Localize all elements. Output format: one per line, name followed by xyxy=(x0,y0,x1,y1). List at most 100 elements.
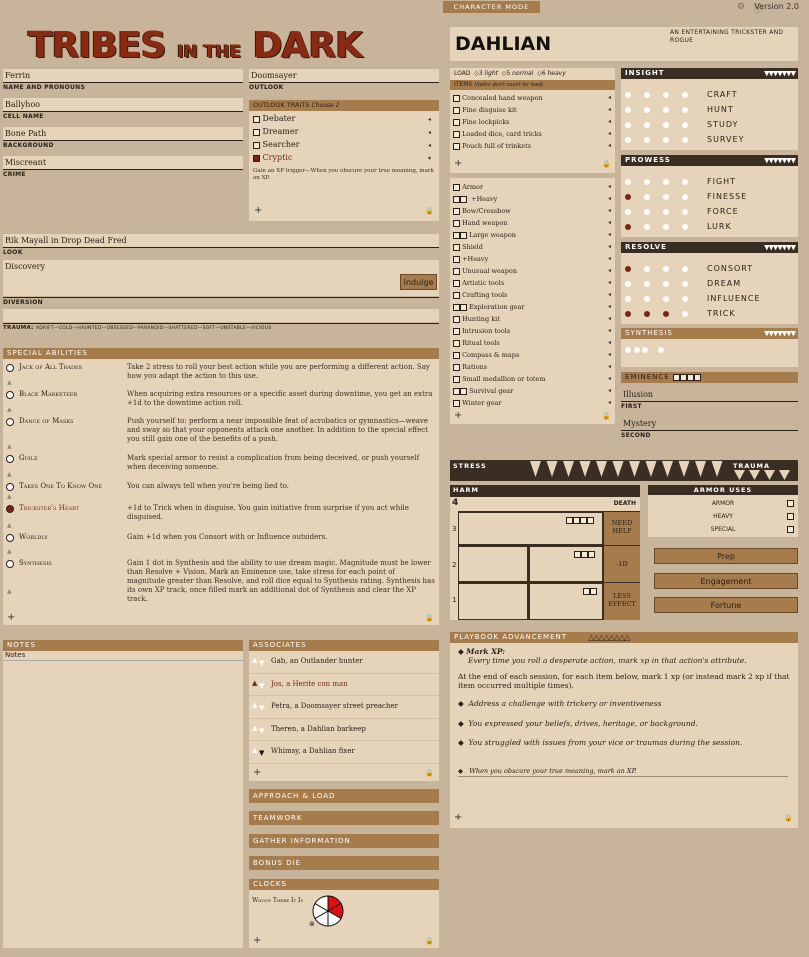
engagement-button[interactable]: Engagement xyxy=(654,573,798,589)
associate-down-icon[interactable]: ▼ xyxy=(259,682,264,690)
common-item-row[interactable]: Shield ◂ xyxy=(450,241,615,253)
stress-track[interactable]: STRESS TRAUMA xyxy=(450,460,798,481)
recovery-boxes[interactable] xyxy=(566,515,594,524)
associate-item[interactable]: ▲ ▼ Jos, a Herite con man xyxy=(249,674,439,696)
item-row[interactable]: Loaded dice, card tricks ◂ xyxy=(450,128,615,140)
special-ability[interactable]: Jack of All Trades ▲ Take 2 stress to roll… xyxy=(3,362,439,389)
trait-checkbox[interactable] xyxy=(253,128,260,136)
special-ability[interactable]: Trickster's Heart ▲ +1d to Trick when in d… xyxy=(3,503,439,532)
lock-icon[interactable]: 🔒 xyxy=(425,937,434,945)
add-ability-button[interactable]: + xyxy=(7,613,15,623)
common-item-row[interactable]: Hunting kit ◂ xyxy=(450,313,615,325)
common-item-row[interactable]: Survival gear ◂ xyxy=(450,385,615,397)
harm-level-4[interactable]: 4 DEATH xyxy=(450,497,640,511)
recovery-boxes[interactable] xyxy=(574,549,595,558)
common-item-row[interactable]: +Heavy ◂ xyxy=(450,253,615,265)
armor-use-item[interactable]: ARMOR xyxy=(648,497,798,510)
armor-use-item[interactable]: SPECIAL xyxy=(648,523,798,536)
look-input[interactable]: Rik Mayall in Drop Dead Fred xyxy=(3,234,439,247)
item-row[interactable]: Fine lockpicks ◂ xyxy=(450,116,615,128)
prep-button[interactable]: Prep xyxy=(654,548,798,564)
fortune-button[interactable]: Fortune xyxy=(654,597,798,613)
harm-level-2a[interactable] xyxy=(458,546,528,582)
synthesis-dots[interactable] xyxy=(621,339,798,360)
special-ability[interactable]: Worldly ▲ Gain +1d when you Consort with o… xyxy=(3,532,439,558)
clock-remove-icon[interactable]: ⊗ xyxy=(309,920,315,928)
special-ability[interactable]: Synthesis ▲ Gain 1 dot in Synthesis and th… xyxy=(3,558,439,603)
common-item-row[interactable]: Intrusion tools ◂ xyxy=(450,325,615,337)
armor-use-item[interactable]: HEAVY xyxy=(648,510,798,523)
caret-left-icon[interactable]: ◂ xyxy=(428,142,431,149)
caret-left-icon[interactable]: ◂ xyxy=(428,116,431,123)
action-finesse[interactable]: FINESSE xyxy=(621,190,797,204)
ability-radio[interactable] xyxy=(6,560,14,568)
custom-xp-bullet[interactable]: ◆ When you obscure your true meaning, ma… xyxy=(458,767,788,777)
add-clock-button[interactable]: + xyxy=(253,936,261,946)
outlook-trait-item[interactable]: Cryptic ▾ xyxy=(253,153,435,166)
ability-radio[interactable] xyxy=(6,418,14,426)
outlook-input[interactable]: Doomsayer xyxy=(249,69,439,82)
action-trick[interactable]: TRICK xyxy=(621,307,797,321)
add-common-item-button[interactable]: + xyxy=(454,411,462,421)
associate-down-icon[interactable]: ▼ xyxy=(259,704,264,712)
cell-input[interactable]: Ballyhoo xyxy=(3,98,243,111)
associate-item[interactable]: ▲ ▼ Whimsy, a Dahlian fixer xyxy=(249,741,439,764)
lock-icon[interactable]: 🔒 xyxy=(425,207,434,215)
associate-down-icon[interactable]: ▼ xyxy=(259,659,264,667)
common-item-row[interactable]: Rations ◂ xyxy=(450,361,615,373)
lock-icon[interactable]: 🔒 xyxy=(425,769,434,777)
clock-name[interactable]: Whoop There It Is xyxy=(252,897,312,905)
action-hunt[interactable]: HUNT xyxy=(621,103,797,117)
stress-boxes[interactable] xyxy=(528,460,798,481)
character-mode-button[interactable]: CHARACTER MODE xyxy=(443,1,540,13)
associate-item[interactable]: ▲ ▼ Theren, a Dahlian barkeep xyxy=(249,719,439,741)
outlook-trait-item[interactable]: Searcher ◂ xyxy=(253,140,435,153)
special-ability[interactable]: Black Marketeer ▲ When acquiring extra res… xyxy=(3,389,439,416)
gather-information-section[interactable]: GATHER INFORMATION xyxy=(249,834,439,848)
load-selector[interactable]: LOAD ◇3 light ◇5 normal ◇6 heavy xyxy=(450,68,615,80)
indulge-button[interactable]: Indulge xyxy=(400,274,437,290)
common-item-row[interactable]: Hand weapon ◂ xyxy=(450,217,615,229)
crime-input[interactable]: Miscreant xyxy=(3,156,243,169)
diversion-notes[interactable] xyxy=(3,309,439,322)
associate-up-icon[interactable]: ▲ xyxy=(252,701,257,709)
add-xp-trigger-button[interactable]: + xyxy=(454,813,462,823)
action-craft[interactable]: CRAFT xyxy=(621,88,797,102)
background-input[interactable]: Bone Path xyxy=(3,127,243,140)
common-item-row[interactable]: Crafting tools ◂ xyxy=(450,289,615,301)
common-item-row[interactable]: Artistic tools ◂ xyxy=(450,277,615,289)
lock-icon[interactable]: 🔒 xyxy=(602,160,611,168)
common-item-row[interactable]: Armor ◂ xyxy=(450,181,615,193)
teamwork-section[interactable]: TEAMWORK xyxy=(249,811,439,825)
eminence-second-input[interactable]: Mystery xyxy=(621,417,798,430)
ability-radio[interactable] xyxy=(6,391,14,399)
associate-up-icon[interactable]: ▲ xyxy=(252,656,257,664)
lock-icon[interactable]: 🔒 xyxy=(784,814,793,822)
action-fight[interactable]: FIGHT xyxy=(621,175,797,189)
ability-radio[interactable] xyxy=(6,534,14,542)
associate-item[interactable]: ▲ ▼ Gab, an Outlander hunter xyxy=(249,651,439,674)
associate-up-icon[interactable]: ▲ xyxy=(252,724,257,732)
action-lurk[interactable]: LURK xyxy=(621,220,797,234)
trait-checkbox[interactable] xyxy=(253,154,260,162)
trait-checkbox[interactable] xyxy=(253,115,260,123)
diversion-input[interactable]: Discovery Indulge xyxy=(3,260,439,296)
action-dream[interactable]: DREAM xyxy=(621,277,797,291)
item-row[interactable]: Fine disguise kit ◂ xyxy=(450,104,615,116)
gear-icon[interactable]: ⚙ xyxy=(737,2,745,12)
common-item-row[interactable]: Large weapon ◂ xyxy=(450,229,615,241)
item-row[interactable]: Concealed hand weapon ◂ xyxy=(450,92,615,104)
add-associate-button[interactable]: + xyxy=(253,768,261,778)
ability-radio[interactable] xyxy=(6,364,14,372)
clock-widget[interactable] xyxy=(311,894,345,928)
associate-down-icon[interactable]: ▼ xyxy=(259,727,264,735)
common-item-row[interactable]: Ritual tools ◂ xyxy=(450,337,615,349)
notes-textarea[interactable]: Notes xyxy=(3,651,243,661)
associate-up-icon[interactable]: ▲ xyxy=(252,679,257,687)
common-item-row[interactable]: Bow/Crossbow ◂ xyxy=(450,205,615,217)
add-trait-button[interactable]: + xyxy=(254,206,262,216)
special-ability[interactable]: Dance of Masks ▲ Push yourself to: perform… xyxy=(3,416,439,453)
associate-item[interactable]: ▲ ▼ Petra, a Doomsayer street preacher xyxy=(249,696,439,719)
eminence-first-input[interactable]: Illusion xyxy=(621,388,798,401)
caret-left-icon[interactable]: ▾ xyxy=(428,155,431,162)
